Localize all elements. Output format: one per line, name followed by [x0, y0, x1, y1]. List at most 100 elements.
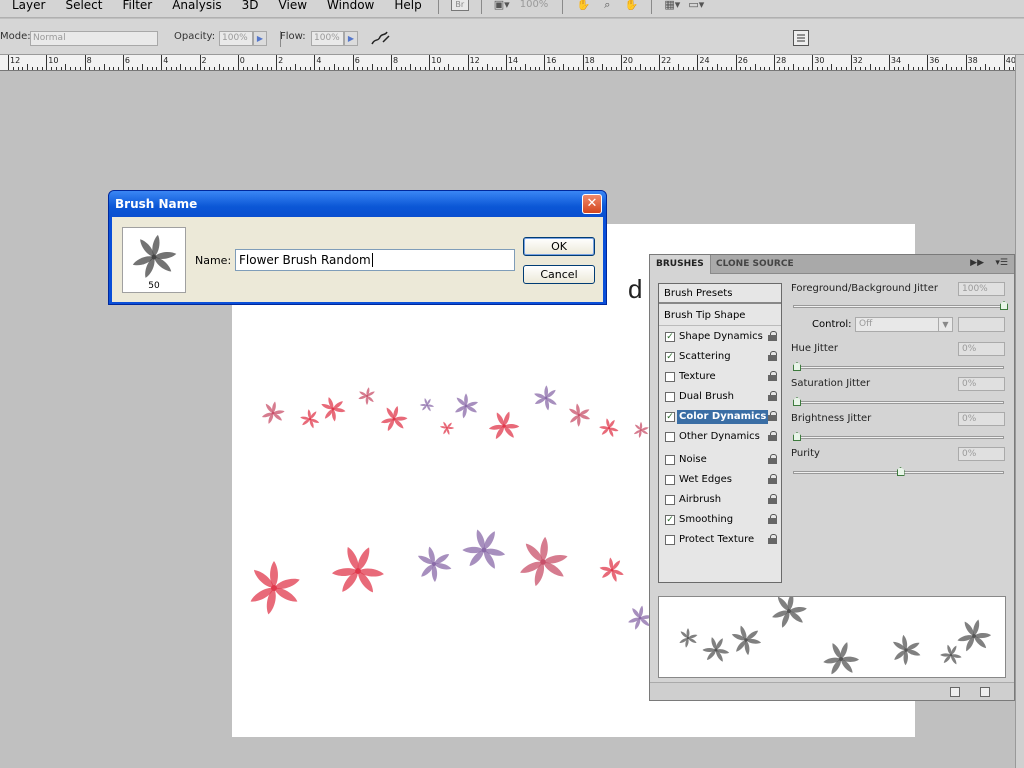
- brush-option-shape-dynamics[interactable]: ✓ Shape Dynamics: [659, 327, 781, 347]
- brush-option-smoothing[interactable]: ✓ Smoothing: [659, 510, 781, 530]
- lock-icon[interactable]: [768, 514, 778, 525]
- ruler-tick: [831, 64, 833, 70]
- menu-view[interactable]: View: [279, 0, 307, 11]
- ruler-tick: [697, 55, 699, 70]
- opacity-label: Opacity:: [174, 31, 216, 42]
- ruler-tick: [769, 67, 771, 70]
- tab-clone-source[interactable]: CLONE SOURCE: [710, 255, 800, 274]
- opacity-input[interactable]: 100%: [219, 31, 253, 46]
- ruler-tick: [587, 67, 589, 70]
- menu-filter[interactable]: Filter: [123, 0, 153, 11]
- brush-option-wet-edges[interactable]: Wet Edges: [659, 470, 781, 490]
- brightness-jitter-slider-thumb[interactable]: [793, 432, 801, 441]
- scrollbar-vertical[interactable]: [1015, 55, 1024, 768]
- brush-tip-shape-item[interactable]: Brush Tip Shape: [659, 306, 781, 326]
- control-value-field[interactable]: [958, 317, 1005, 332]
- brush-option-dual-brush[interactable]: Dual Brush: [659, 387, 781, 407]
- fg-bg-jitter-value[interactable]: 100%: [958, 282, 1005, 296]
- brush-option-protect-texture[interactable]: Protect Texture: [659, 530, 781, 550]
- lock-icon[interactable]: [768, 494, 778, 505]
- menu-3d[interactable]: 3D: [242, 0, 259, 11]
- checkbox[interactable]: [665, 495, 675, 505]
- checkbox[interactable]: [665, 455, 675, 465]
- lock-icon[interactable]: [768, 534, 778, 545]
- menu-analysis[interactable]: Analysis: [172, 0, 221, 11]
- lock-icon[interactable]: [768, 411, 778, 422]
- lock-icon[interactable]: [768, 331, 778, 342]
- tab-brushes[interactable]: BRUSHES: [650, 255, 711, 274]
- bridge-button[interactable]: Br: [450, 0, 469, 11]
- brightness-jitter-slider[interactable]: [793, 436, 1004, 439]
- checkbox[interactable]: [665, 372, 675, 382]
- lock-icon[interactable]: [768, 454, 778, 465]
- close-icon[interactable]: ✕: [582, 194, 602, 214]
- brush-presets-item[interactable]: Brush Presets: [659, 284, 781, 304]
- flow-arrow-icon[interactable]: ▶: [344, 31, 358, 46]
- zoom-level[interactable]: 100%: [520, 0, 549, 10]
- arrange-documents-icon[interactable]: ▦▾: [664, 0, 680, 11]
- panel-menu-icon[interactable]: ▾☰: [995, 258, 1008, 268]
- ok-button[interactable]: OK: [523, 237, 595, 256]
- lock-icon[interactable]: [768, 391, 778, 402]
- fg-bg-jitter-slider-thumb[interactable]: [1000, 301, 1008, 310]
- menu-window[interactable]: Window: [327, 0, 374, 11]
- rotate-view-icon[interactable]: ✋: [623, 0, 639, 11]
- trash-icon[interactable]: [980, 687, 990, 697]
- checkbox[interactable]: [665, 392, 675, 402]
- dialog-title-bar[interactable]: Brush Name ✕: [109, 191, 606, 217]
- brush-option-other-dynamics[interactable]: Other Dynamics: [659, 427, 781, 447]
- menu-layer[interactable]: Layer: [12, 0, 45, 11]
- brush-name-input[interactable]: Flower Brush Random: [235, 249, 515, 271]
- brush-option-airbrush[interactable]: Airbrush: [659, 490, 781, 510]
- brightness-jitter-value[interactable]: 0%: [958, 412, 1005, 426]
- zoom-tool-icon[interactable]: ⌕: [599, 0, 615, 11]
- hue-jitter-slider-thumb[interactable]: [793, 362, 801, 371]
- ruler-tick: [309, 67, 311, 70]
- checkbox[interactable]: [665, 475, 675, 485]
- ruler-tick: [668, 67, 670, 70]
- menu-help[interactable]: Help: [394, 0, 421, 11]
- brush-option-label: Texture: [679, 371, 716, 382]
- menu-select[interactable]: Select: [65, 0, 102, 11]
- checkbox[interactable]: ✓: [665, 352, 675, 362]
- saturation-jitter-value[interactable]: 0%: [958, 377, 1005, 391]
- ruler-tick: [443, 67, 445, 70]
- collapse-panel-icon[interactable]: ▶▶: [970, 258, 984, 268]
- checkbox[interactable]: [665, 432, 675, 442]
- saturation-jitter-slider[interactable]: [793, 401, 1004, 404]
- ruler-label: 34: [890, 56, 902, 65]
- hue-jitter-slider[interactable]: [793, 366, 1004, 369]
- lock-icon[interactable]: [768, 474, 778, 485]
- opacity-arrow-icon[interactable]: ▶: [253, 31, 267, 46]
- brushes-panel-toggle-icon[interactable]: [793, 30, 809, 46]
- checkbox[interactable]: [665, 535, 675, 545]
- purity-value[interactable]: 0%: [958, 447, 1005, 461]
- flow-input[interactable]: 100%: [311, 31, 344, 46]
- new-brush-icon[interactable]: [950, 687, 960, 697]
- lock-icon[interactable]: [768, 371, 778, 382]
- view-extras-icon[interactable]: ▣▾: [494, 0, 510, 11]
- brush-option-texture[interactable]: Texture: [659, 367, 781, 387]
- brush-option-noise[interactable]: Noise: [659, 450, 781, 470]
- lock-icon[interactable]: [768, 431, 778, 442]
- lock-icon[interactable]: [768, 351, 778, 362]
- name-label: Name:: [195, 254, 232, 267]
- checkbox[interactable]: ✓: [665, 332, 675, 342]
- control-select[interactable]: Off ▼: [855, 317, 953, 332]
- cancel-button[interactable]: Cancel: [523, 265, 595, 284]
- checkbox[interactable]: ✓: [665, 515, 675, 525]
- fg-bg-jitter-slider[interactable]: [793, 305, 1004, 308]
- brush-option-scattering[interactable]: ✓ Scattering: [659, 347, 781, 367]
- ruler-tick: [276, 55, 278, 70]
- ruler-tick: [233, 67, 234, 70]
- screen-mode-icon[interactable]: ▭▾: [688, 0, 704, 11]
- purity-slider-thumb[interactable]: [896, 467, 905, 476]
- airbrush-icon[interactable]: [369, 28, 391, 48]
- saturation-jitter-slider-thumb[interactable]: [793, 397, 801, 406]
- checkbox[interactable]: ✓: [665, 412, 675, 422]
- brush-option-color-dynamics[interactable]: ✓ Color Dynamics: [659, 407, 781, 427]
- hand-tool-icon[interactable]: ✋: [575, 0, 591, 11]
- mode-select[interactable]: Normal: [30, 31, 158, 46]
- brush-thumbnail-shape: [132, 234, 177, 278]
- hue-jitter-value[interactable]: 0%: [958, 342, 1005, 356]
